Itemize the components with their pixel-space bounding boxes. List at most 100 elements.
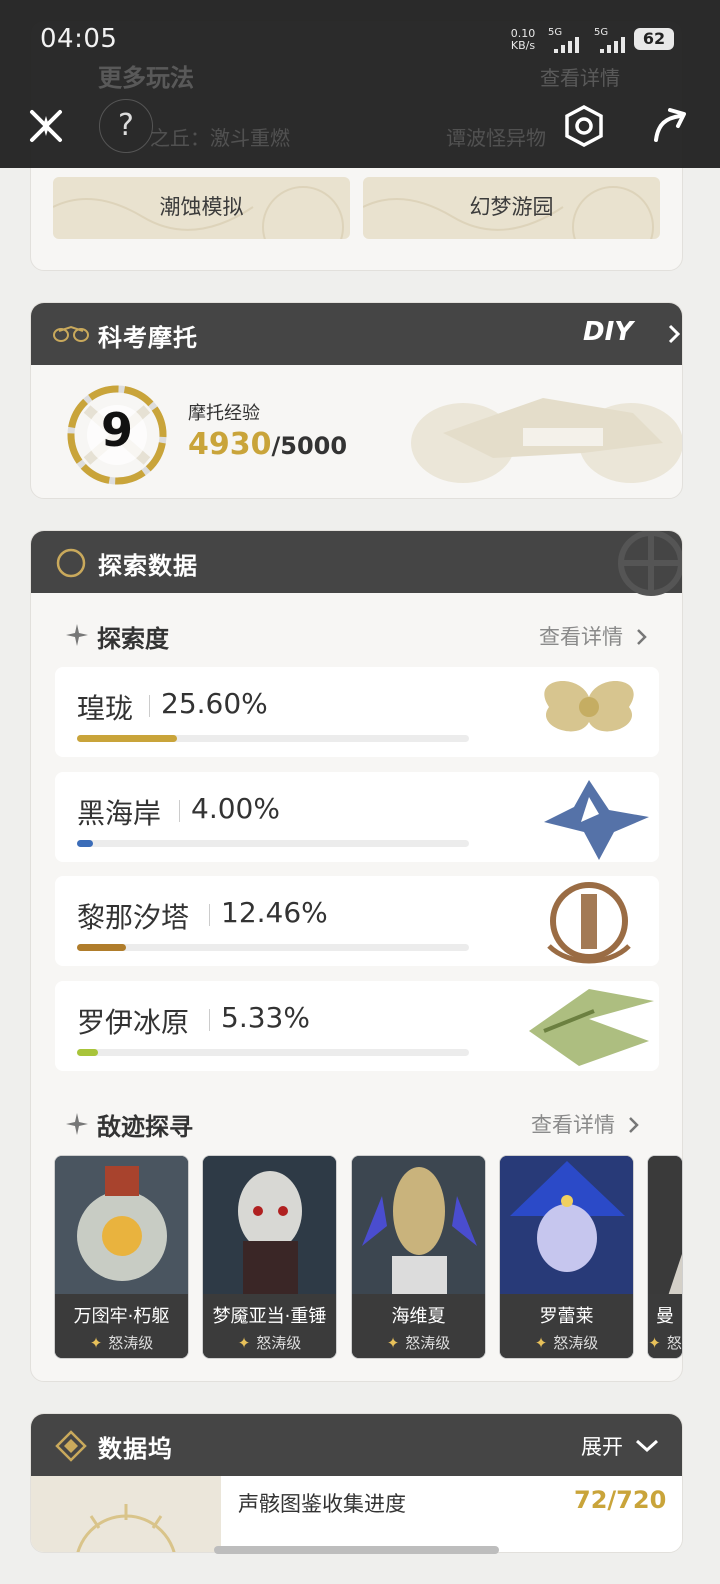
- diy-button[interactable]: DIY: [583, 317, 633, 347]
- enemy-card[interactable]: 万囹牢·朽躯 ✦ 怒涛级: [54, 1155, 189, 1359]
- explore-card-header: 探索数据: [31, 531, 682, 596]
- region-emblem-icon: [529, 989, 654, 1066]
- progress-fill: [77, 1049, 98, 1056]
- more-play-link[interactable]: 查看详情: [540, 62, 620, 91]
- moto-card-header: 科考摩托 DIY: [31, 303, 682, 365]
- enemy-name: 罗蕾莱: [539, 1306, 594, 1327]
- enemy-level-label: 怒涛级: [256, 1334, 302, 1352]
- region-row[interactable]: 瑝珑 25.60%: [55, 667, 659, 757]
- collection-value: 72/720: [574, 1486, 667, 1514]
- chevron-right-icon[interactable]: [667, 323, 681, 345]
- data-dock-title: 数据坞: [98, 1435, 173, 1463]
- enemy-card[interactable]: 海维夏 ✦ 怒涛级: [351, 1155, 486, 1359]
- region-percent: 25.60%: [161, 687, 268, 720]
- decorative-pattern-icon: [618, 531, 682, 596]
- exploration-degree-title: 探索度: [97, 625, 169, 653]
- enemy-caption: 梦魇亚当·重锤 ✦ 怒涛级: [203, 1294, 336, 1358]
- region-name: 罗伊冰原: [77, 1006, 190, 1039]
- mode-button-top-right-label[interactable]: 谭波怪异物: [446, 122, 546, 151]
- enemy-caption: 海维夏 ✦ 怒涛级: [352, 1294, 485, 1358]
- enemy-name: 海维夏: [391, 1306, 446, 1327]
- enemy-caption: 罗蕾莱 ✦ 怒涛级: [500, 1294, 633, 1358]
- enemy-portrait: [203, 1156, 336, 1296]
- enemy-name: 万囹牢·朽躯: [73, 1306, 170, 1327]
- progress-track: [77, 944, 469, 951]
- mode-button-tide-simulation[interactable]: 潮蚀模拟: [53, 177, 350, 239]
- region-row[interactable]: 罗伊冰原 5.33%: [55, 981, 659, 1071]
- progress-track: [77, 735, 469, 742]
- motorcycle-illustration: [411, 398, 682, 483]
- signal-icon: 5G: [594, 27, 634, 55]
- data-dock-header[interactable]: 数据坞 展开: [31, 1414, 682, 1476]
- home-indicator[interactable]: [214, 1546, 499, 1554]
- enemy-portrait: [55, 1156, 188, 1296]
- star-icon: ✦: [648, 1334, 661, 1352]
- star-icon: ✦: [534, 1334, 548, 1352]
- collection-label: 声骸图鉴收集进度: [238, 1492, 406, 1516]
- progress-track: [77, 1049, 469, 1056]
- region-row[interactable]: 黎那汐塔 12.46%: [55, 876, 659, 966]
- enemy-card[interactable]: 罗蕾莱 ✦ 怒涛级: [499, 1155, 634, 1359]
- sun-emblem-icon: [76, 1504, 176, 1552]
- chevron-right-icon: [636, 629, 647, 645]
- enemy-caption: 曼 ✦ 怒: [648, 1294, 682, 1358]
- progress-fill: [77, 944, 126, 951]
- share-icon[interactable]: [650, 106, 688, 144]
- moto-level: 9: [100, 403, 133, 457]
- chevron-down-icon[interactable]: [635, 1438, 659, 1454]
- divider: [209, 1009, 210, 1031]
- exp-label: 摩托经验: [188, 403, 260, 424]
- enemy-tracking-link[interactable]: 查看详情: [531, 1109, 640, 1139]
- enemy-level-label: 怒涛级: [553, 1334, 599, 1352]
- signal-icon: 5G: [548, 27, 588, 55]
- sparkle-icon: [66, 1113, 88, 1135]
- enemy-caption: 万囹牢·朽躯 ✦ 怒涛级: [55, 1294, 188, 1358]
- region-emblem-icon: [544, 680, 634, 732]
- settings-icon[interactable]: [563, 105, 605, 147]
- data-dock-icon: [55, 1430, 87, 1462]
- progress-track: [77, 840, 469, 847]
- region-percent: 4.00%: [191, 792, 280, 825]
- region-emblem-icon: [547, 882, 631, 964]
- divider: [209, 904, 210, 926]
- region-emblem-icon: [544, 780, 649, 860]
- enemy-card[interactable]: 梦魇亚当·重锤 ✦ 怒涛级: [202, 1155, 337, 1359]
- close-icon[interactable]: [26, 106, 66, 146]
- exp-value: 4930/5000: [188, 427, 347, 462]
- enemy-portrait: [352, 1156, 485, 1296]
- enemy-portrait: [500, 1156, 633, 1296]
- more-play-title: 更多玩法: [98, 64, 194, 92]
- expand-label[interactable]: 展开: [581, 1431, 623, 1461]
- status-time: 04:05: [40, 24, 118, 54]
- mode-button-top-left-label[interactable]: 之丘：激斗重燃: [150, 122, 290, 151]
- enemy-level: ✦ 怒: [648, 1332, 682, 1353]
- region-name: 瑝珑: [77, 692, 134, 725]
- data-dock-card: 数据坞 展开 声骸图鉴收集进度 72/720: [30, 1413, 683, 1553]
- enemy-level-label: 怒: [666, 1334, 682, 1352]
- exp-max: /5000: [271, 432, 348, 460]
- exp-current: 4930: [188, 427, 272, 462]
- region-row[interactable]: 黑海岸 4.00%: [55, 772, 659, 862]
- enemy-card[interactable]: 曼 ✦ 怒: [647, 1155, 683, 1359]
- enemy-level-label: 怒涛级: [405, 1334, 451, 1352]
- mode-button-dream-park[interactable]: 幻梦游园: [363, 177, 660, 239]
- link-label: 查看详情: [531, 1113, 615, 1137]
- mode-button-label: 幻梦游园: [469, 195, 554, 219]
- help-icon[interactable]: ?: [99, 99, 153, 153]
- collection-thumb: [31, 1476, 221, 1552]
- region-percent: 12.46%: [221, 896, 328, 929]
- sparkle-icon: [66, 624, 88, 646]
- star-icon: ✦: [89, 1334, 103, 1352]
- exploration-degree-link[interactable]: 查看详情: [539, 621, 648, 651]
- chevron-right-icon: [628, 1117, 639, 1133]
- motorcycle-icon: [53, 325, 89, 342]
- star-icon: ✦: [237, 1334, 251, 1352]
- enemy-name: 梦魇亚当·重锤: [212, 1306, 327, 1327]
- network-speed-unit: KB/s: [510, 39, 536, 52]
- region-percent: 5.33%: [221, 1001, 310, 1034]
- enemy-name: 曼: [656, 1306, 674, 1327]
- enemy-portrait: [648, 1156, 682, 1296]
- explore-title: 探索数据: [98, 552, 198, 580]
- region-name: 黑海岸: [77, 797, 162, 830]
- moto-card[interactable]: 科考摩托 DIY 9 摩托经验 4930/5000: [30, 302, 683, 499]
